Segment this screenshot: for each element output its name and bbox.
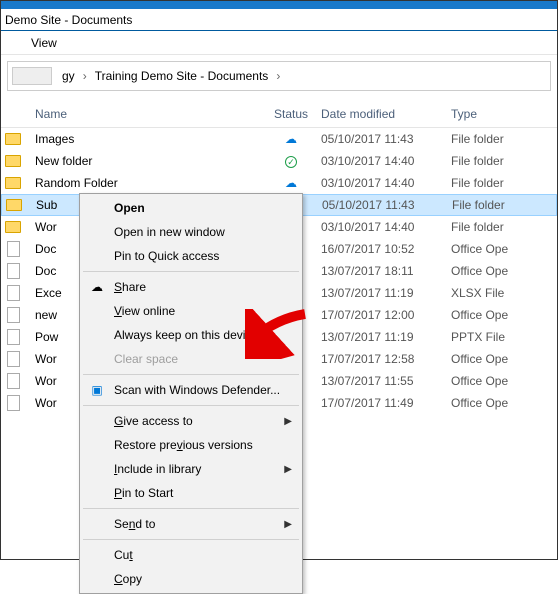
col-name-header[interactable]: Name <box>25 107 261 121</box>
menu-bar: View <box>1 31 557 55</box>
table-row[interactable]: Random Folder ☁ 03/10/2017 14:40File folde… <box>1 172 557 194</box>
menu-restore-previous[interactable]: Restore previous versions <box>82 433 300 457</box>
menu-view[interactable]: View <box>19 32 69 54</box>
file-icon <box>7 373 20 389</box>
cloud-icon: ☁ <box>88 280 106 294</box>
type-cell: File folder <box>451 132 541 146</box>
date-cell: 03/10/2017 14:40 <box>321 176 451 190</box>
chevron-right-icon: ▶ <box>284 519 292 530</box>
menu-open-new-window[interactable]: Open in new window <box>82 220 300 244</box>
cloud-icon: ☁ <box>285 176 297 190</box>
folder-icon <box>6 199 22 211</box>
file-name: Images <box>25 132 261 146</box>
type-cell: PPTX File <box>451 330 541 344</box>
defender-icon: ▣ <box>88 383 106 397</box>
file-icon <box>7 263 20 279</box>
date-cell: 13/07/2017 11:19 <box>321 286 451 300</box>
column-headers: Name Status Date modified Type <box>1 101 557 128</box>
status-cell: ☁ <box>261 176 321 190</box>
table-row[interactable]: Images ☁ 05/10/2017 11:43File folder <box>1 128 557 150</box>
date-cell: 17/07/2017 12:00 <box>321 308 451 322</box>
breadcrumb[interactable]: gy › Training Demo Site - Documents › <box>7 61 551 91</box>
folder-icon <box>5 221 21 233</box>
folder-icon <box>5 155 21 167</box>
col-type-header[interactable]: Type <box>451 107 541 121</box>
file-icon <box>7 241 20 257</box>
chevron-right-icon: › <box>274 69 282 83</box>
date-cell: 03/10/2017 14:40 <box>321 154 451 168</box>
col-date-header[interactable]: Date modified <box>321 107 451 121</box>
date-cell: 13/07/2017 18:11 <box>321 264 451 278</box>
file-icon <box>7 351 20 367</box>
breadcrumb-current[interactable]: Training Demo Site - Documents <box>89 69 275 83</box>
file-icon <box>7 329 20 345</box>
menu-give-access[interactable]: Give access to▶ <box>82 409 300 433</box>
type-cell: File folder <box>451 220 541 234</box>
menu-view-online[interactable]: View online <box>82 299 300 323</box>
menu-pin-quick-access[interactable]: Pin to Quick access <box>82 244 300 268</box>
type-cell: Office Ope <box>451 308 541 322</box>
check-circle-icon: ✓ <box>285 156 297 168</box>
menu-copy[interactable]: Copy <box>82 567 300 591</box>
file-icon <box>7 395 20 411</box>
chevron-right-icon: ▶ <box>284 464 292 475</box>
date-cell: 05/10/2017 11:43 <box>322 198 452 212</box>
col-status-header[interactable]: Status <box>261 107 321 121</box>
status-cell: ☁ <box>261 132 321 146</box>
file-icon <box>7 307 20 323</box>
window-title: Demo Site - Documents <box>1 13 132 27</box>
menu-cut[interactable]: Cut <box>82 543 300 567</box>
date-cell: 13/07/2017 11:55 <box>321 374 451 388</box>
menu-open[interactable]: Open <box>82 196 300 220</box>
file-name: New folder <box>25 154 261 168</box>
date-cell: 13/07/2017 11:19 <box>321 330 451 344</box>
menu-always-keep[interactable]: Always keep on this device <box>82 323 300 347</box>
menu-share[interactable]: ☁ Share <box>82 275 300 299</box>
type-cell: Office Ope <box>451 242 541 256</box>
folder-icon <box>5 133 21 145</box>
menu-include-library[interactable]: Include in library▶ <box>82 457 300 481</box>
type-cell: Office Ope <box>451 264 541 278</box>
date-cell: 17/07/2017 11:49 <box>321 396 451 410</box>
status-cell: ✓ <box>261 154 321 169</box>
type-cell: File folder <box>451 176 541 190</box>
type-cell: File folder <box>452 198 542 212</box>
menu-clear-space: Clear space <box>82 347 300 371</box>
menu-send-to[interactable]: Send to▶ <box>82 512 300 536</box>
type-cell: Office Ope <box>451 352 541 366</box>
context-menu: Open Open in new window Pin to Quick acc… <box>79 193 303 594</box>
table-row[interactable]: New folder ✓ 03/10/2017 14:40File folder <box>1 150 557 172</box>
title-bar: Demo Site - Documents <box>1 9 557 31</box>
date-cell: 03/10/2017 14:40 <box>321 220 451 234</box>
menu-pin-start[interactable]: Pin to Start <box>82 481 300 505</box>
type-cell: File folder <box>451 154 541 168</box>
chevron-right-icon: › <box>81 69 89 83</box>
date-cell: 16/07/2017 10:52 <box>321 242 451 256</box>
chevron-right-icon: ▶ <box>284 416 292 427</box>
file-icon <box>7 285 20 301</box>
date-cell: 17/07/2017 12:58 <box>321 352 451 366</box>
breadcrumb-parent[interactable]: gy <box>56 69 81 83</box>
date-cell: 05/10/2017 11:43 <box>321 132 451 146</box>
type-cell: Office Ope <box>451 396 541 410</box>
file-name: Random Folder <box>25 176 261 190</box>
folder-icon <box>5 177 21 189</box>
menu-scan-defender[interactable]: ▣ Scan with Windows Defender... <box>82 378 300 402</box>
cloud-icon: ☁ <box>285 132 297 146</box>
type-cell: Office Ope <box>451 374 541 388</box>
type-cell: XLSX File <box>451 286 541 300</box>
